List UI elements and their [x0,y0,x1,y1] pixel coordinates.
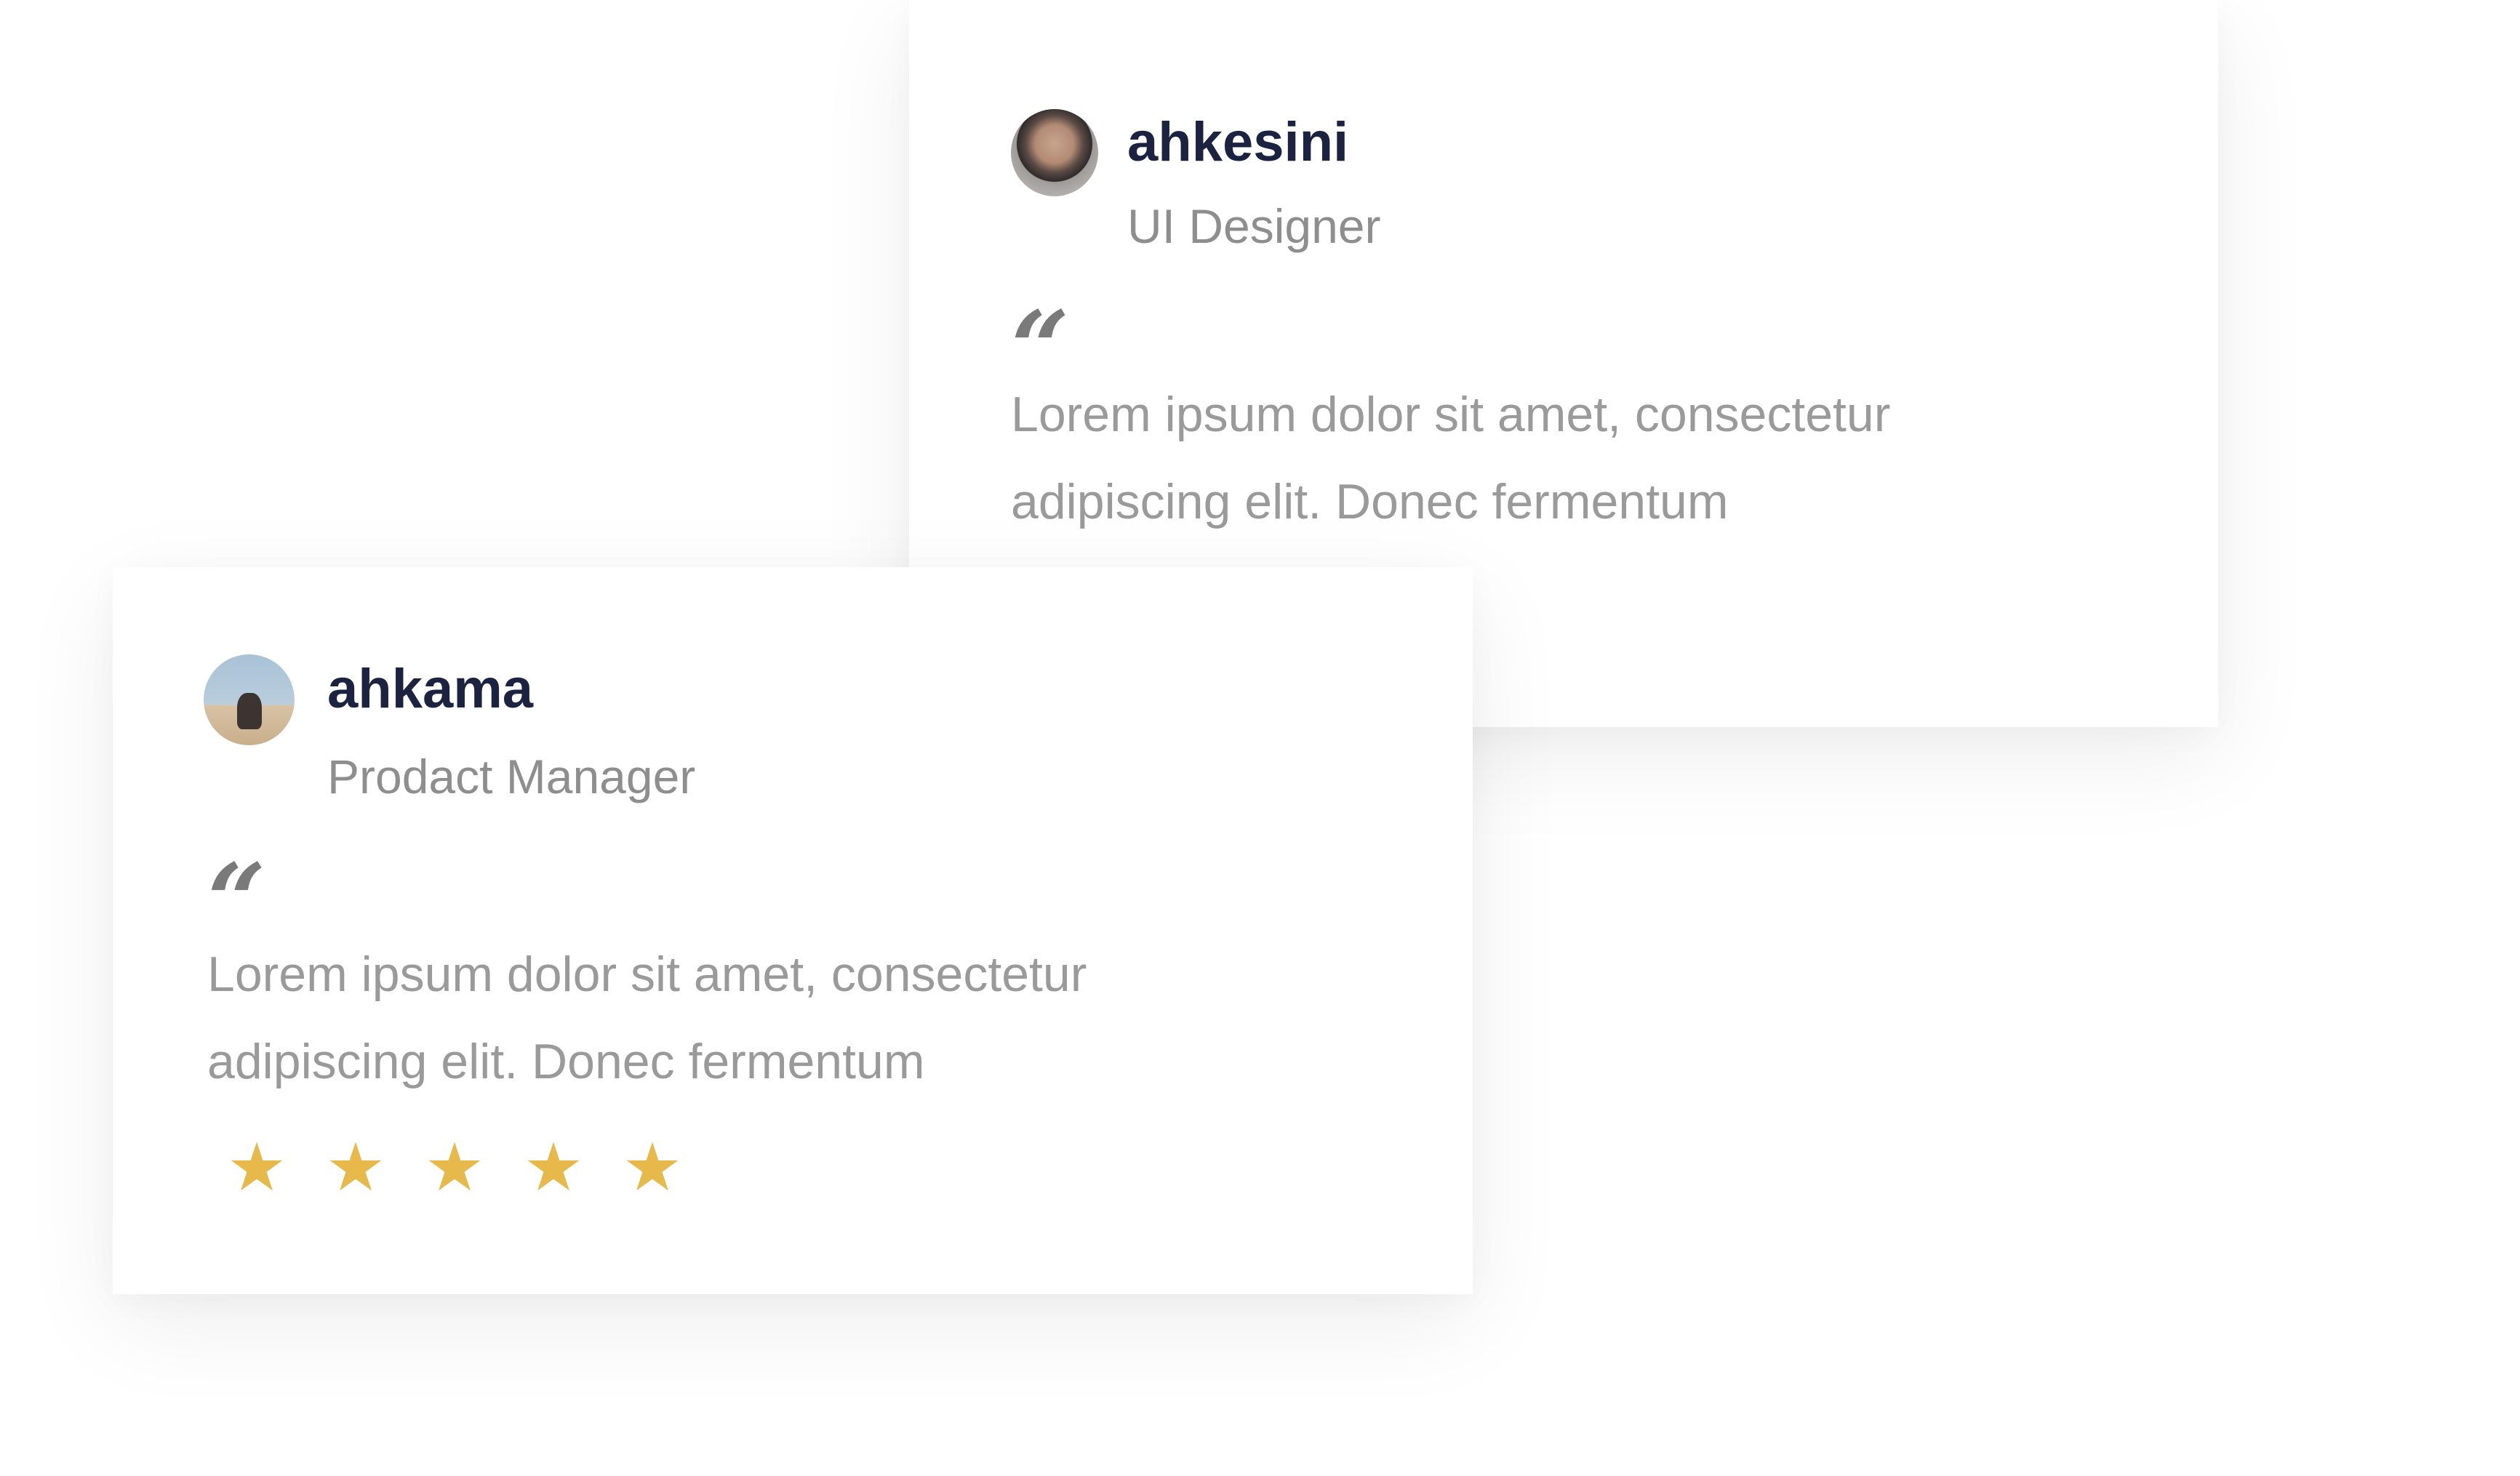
testimonial-text-line: Lorem ipsum dolor sit amet, consectetur [1011,387,1891,442]
testimonial-text: Lorem ipsum dolor sit amet, consectetur … [1011,371,1890,545]
reviewer-role: UI Designer [1127,199,1381,253]
star-icon: ★ [622,1128,683,1206]
reviewer-role: Prodact Manager [327,750,696,803]
star-icon: ★ [325,1128,386,1206]
star-icon: ★ [424,1128,485,1206]
star-icon: ★ [523,1128,584,1206]
star-icon: ★ [226,1128,287,1206]
user-avatar-icon [1011,109,1098,196]
testimonial-text: Lorem ipsum dolor sit amet, consectetur … [207,931,1087,1105]
reviewer-name: ahkesini [1127,111,1349,173]
testimonial-card: ahkama Prodact Manager “ Lorem ipsum dol… [113,567,1473,1294]
testimonials-stage: ahkesini UI Designer “ Lorem ipsum dolor… [0,0,2520,1476]
user-avatar-icon [204,654,295,745]
testimonial-text-line: adipiscing elit. Donec fermentum [207,1034,925,1089]
testimonial-text-line: adipiscing elit. Donec fermentum [1011,474,1729,529]
testimonial-text-line: Lorem ipsum dolor sit amet, consectetur [207,947,1087,1002]
star-rating: ★ ★ ★ ★ ★ [207,1134,702,1201]
reviewer-name: ahkama [327,658,534,720]
